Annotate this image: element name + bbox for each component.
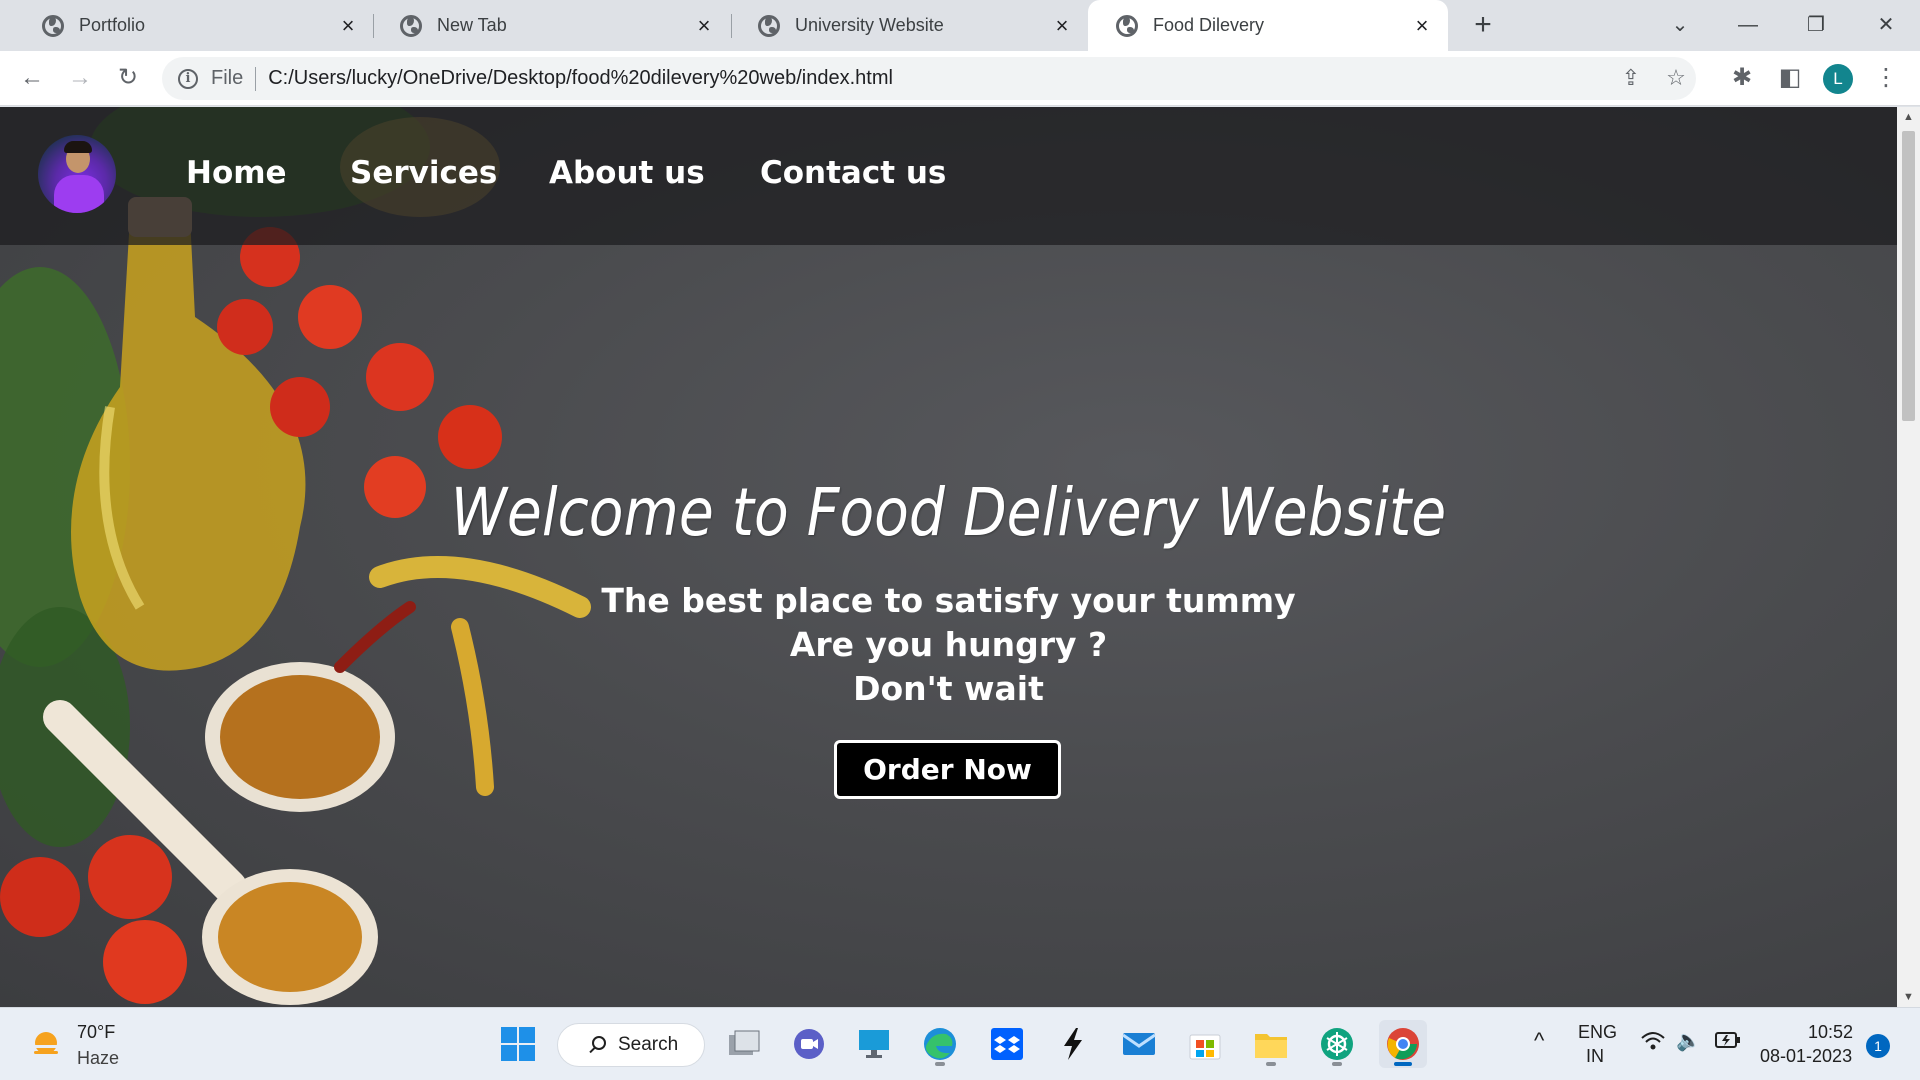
tab-search-chevron-icon[interactable]: ⌄	[1660, 8, 1700, 42]
minimize-icon[interactable]: —	[1728, 8, 1768, 42]
close-tab-icon[interactable]: ×	[336, 13, 360, 39]
close-window-icon[interactable]: ✕	[1866, 8, 1906, 42]
tab-food-dilevery[interactable]: Food Dilevery ×	[1088, 0, 1448, 51]
volume-icon[interactable]: 🔈	[1676, 1028, 1701, 1053]
clock-date[interactable]: 08-01-2023	[1760, 1046, 1852, 1067]
bookmark-star-icon[interactable]: ☆	[1659, 61, 1693, 95]
side-panel-icon[interactable]: ◧	[1772, 60, 1808, 96]
task-view-icon[interactable]	[720, 1020, 768, 1068]
microsoft-store-icon[interactable]	[1181, 1020, 1229, 1068]
site-navbar: Home Services About us Contact us	[0, 107, 1897, 245]
profile-avatar[interactable]: L	[1823, 64, 1853, 94]
scroll-down-arrow-icon[interactable]: ▼	[1897, 987, 1920, 1007]
clock-time[interactable]: 10:52	[1808, 1022, 1853, 1043]
restore-icon[interactable]: ❐	[1796, 8, 1836, 42]
taskbar-search-label: Search	[618, 1034, 679, 1055]
close-tab-icon[interactable]: ×	[692, 13, 716, 39]
battery-charging-icon[interactable]	[1714, 1030, 1742, 1055]
nav-services[interactable]: Services	[350, 155, 497, 191]
globe-icon	[1116, 14, 1138, 37]
url-text[interactable]: C:/Users/lucky/OneDrive/Desktop/food%20d…	[268, 67, 893, 90]
address-bar[interactable]: i File C:/Users/lucky/OneDrive/Desktop/f…	[162, 57, 1696, 100]
page-viewport: Home Services About us Contact us Welcom…	[0, 107, 1897, 1007]
language-code[interactable]: ENG	[1578, 1022, 1617, 1043]
windows-start-icon[interactable]	[494, 1020, 542, 1068]
omnibox-divider	[255, 66, 257, 91]
globe-icon	[42, 14, 64, 37]
tab-new-tab[interactable]: New Tab ×	[372, 0, 730, 51]
tab-university-website[interactable]: University Website ×	[730, 0, 1088, 51]
page-scrollbar[interactable]: ▲ ▼	[1897, 107, 1920, 1007]
tab-label: Portfolio	[79, 15, 146, 35]
hero-title: Welcome to Food Delivery Website	[450, 474, 1447, 551]
search-icon	[592, 1036, 606, 1050]
scroll-thumb[interactable]	[1902, 131, 1915, 421]
haze-sun-icon[interactable]	[28, 1027, 64, 1063]
dropbox-icon[interactable]	[983, 1020, 1031, 1068]
tab-label: Food Dilevery	[1153, 15, 1265, 35]
edge-browser-icon[interactable]	[916, 1020, 964, 1068]
tab-label: University Website	[795, 15, 944, 35]
forward-arrow-icon[interactable]: →	[62, 60, 98, 96]
nav-about-us[interactable]: About us	[549, 155, 705, 191]
file-explorer-icon[interactable]	[1247, 1020, 1295, 1068]
chrome-icon	[400, 14, 422, 37]
mail-icon[interactable]	[1115, 1020, 1163, 1068]
nav-home[interactable]: Home	[186, 155, 287, 191]
notification-badge[interactable]: 1	[1866, 1034, 1890, 1058]
new-tab-button[interactable]: +	[1466, 8, 1500, 42]
order-now-button[interactable]: Order Now	[834, 740, 1061, 799]
browser-toolbar: ← → ↻ i File C:/Users/lucky/OneDrive/Des…	[0, 51, 1920, 106]
chrome-taskbar-icon[interactable]	[1379, 1020, 1427, 1068]
show-hidden-icons-chevron-icon[interactable]: ^	[1534, 1028, 1544, 1054]
back-arrow-icon[interactable]: ←	[14, 60, 50, 96]
site-logo-avatar[interactable]	[38, 135, 116, 213]
file-scheme-label: File	[211, 67, 244, 89]
taskbar-search[interactable]: Search	[557, 1023, 705, 1067]
wifi-icon[interactable]	[1640, 1030, 1666, 1057]
desktop-monitor-icon[interactable]	[850, 1020, 898, 1068]
kebab-menu-icon[interactable]: ⋮	[1868, 60, 1904, 96]
chatgpt-app-icon[interactable]	[1313, 1020, 1361, 1068]
reload-icon[interactable]: ↻	[110, 60, 146, 96]
tab-portfolio[interactable]: Portfolio ×	[14, 0, 374, 51]
weather-temperature[interactable]: 70°F	[77, 1022, 115, 1043]
globe-icon	[758, 14, 780, 37]
hero-question: Are you hungry ?	[789, 625, 1108, 664]
hero-tagline: The best place to satisfy your tummy	[601, 581, 1296, 620]
close-tab-icon[interactable]: ×	[1050, 13, 1074, 39]
lightning-app-icon[interactable]	[1049, 1020, 1097, 1068]
nav-contact-us[interactable]: Contact us	[760, 155, 946, 191]
tab-label: New Tab	[437, 15, 507, 35]
share-icon[interactable]: ⇪	[1614, 61, 1648, 95]
info-icon[interactable]: i	[178, 68, 198, 89]
language-region[interactable]: IN	[1586, 1046, 1604, 1067]
close-tab-icon[interactable]: ×	[1410, 13, 1434, 39]
extensions-puzzle-icon[interactable]: ✱	[1724, 60, 1760, 96]
browser-tab-strip: Portfolio × New Tab × University Website…	[0, 0, 1920, 51]
scroll-up-arrow-icon[interactable]: ▲	[1897, 107, 1920, 127]
weather-description[interactable]: Haze	[77, 1048, 119, 1069]
teams-chat-icon[interactable]	[785, 1020, 833, 1068]
hero-urge: Don't wait	[853, 669, 1044, 708]
windows-taskbar: 70°F Haze Search ^ ENG IN 🔈 10:52 08-01-…	[0, 1007, 1920, 1080]
